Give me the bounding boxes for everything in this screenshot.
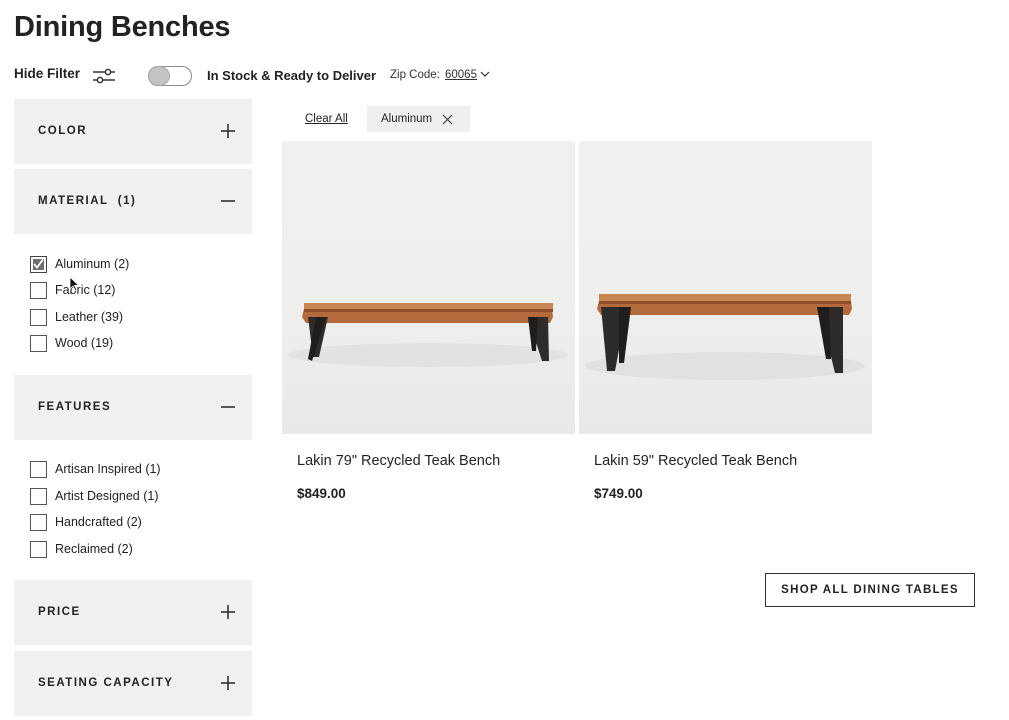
facet-color-label: COLOR [38,125,88,137]
filter-chip-aluminum[interactable]: Aluminum [367,106,470,132]
facet-color[interactable]: COLOR [14,99,252,164]
chevron-down-icon[interactable] [480,69,490,79]
page-title: Dining Benches [14,11,231,43]
sliders-icon[interactable] [92,67,116,85]
checkbox[interactable] [30,334,47,352]
facet-material[interactable]: MATERIAL (1) [14,169,252,234]
option-label: Aluminum (2) [55,257,130,271]
facet-price-label: PRICE [38,606,81,618]
bench-illustration [585,294,865,380]
shop-all-dining-tables-button[interactable]: SHOP ALL DINING TABLES [765,573,975,607]
in-stock-label: In Stock & Ready to Deliver [207,68,377,83]
checkbox[interactable] [30,540,47,558]
facet-seating-capacity-label: SEATING CAPACITY [38,677,174,689]
facet-seating-capacity[interactable]: SEATING CAPACITY [14,651,252,716]
product-image[interactable] [579,141,872,434]
hide-filter-button[interactable]: Hide Filter [14,66,80,81]
filter-option-aluminum[interactable]: Aluminum (2) [30,255,129,273]
hide-filter-label: Hide Filter [14,66,81,81]
checkbox[interactable] [30,281,47,299]
filter-option-handcrafted[interactable]: Handcrafted (2) [30,513,142,531]
mouse-cursor-icon [69,276,79,292]
toggle-knob [148,66,170,86]
facet-features-label: FEATURES [38,401,112,413]
minus-icon [221,406,235,408]
product-name[interactable]: Lakin 79" Recycled Teak Bench [297,453,500,469]
checkbox[interactable] [30,255,47,273]
option-label: Artist Designed (1) [55,489,159,503]
facet-price[interactable]: PRICE [14,580,252,645]
clear-all-link[interactable]: Clear All [305,113,348,125]
filter-option-artist-designed[interactable]: Artist Designed (1) [30,487,159,505]
in-stock-toggle[interactable] [148,66,192,86]
option-label: Wood (19) [55,336,114,350]
shop-all-label: SHOP ALL DINING TABLES [781,584,959,596]
option-label: Handcrafted (2) [55,515,142,529]
product-price: $849.00 [297,486,346,501]
bench-illustration [288,303,568,367]
facet-features[interactable]: FEATURES [14,375,252,440]
zip-code-label: Zip Code: [390,69,440,81]
zip-code-link[interactable]: 60065 [445,69,477,81]
product-image[interactable] [282,141,575,434]
plus-icon [221,124,235,138]
filter-option-artisan-inspired[interactable]: Artisan Inspired (1) [30,460,161,478]
chip-label: Aluminum [381,113,433,125]
close-icon[interactable] [442,114,453,125]
plus-icon [221,605,235,619]
filter-option-reclaimed[interactable]: Reclaimed (2) [30,540,133,558]
product-name[interactable]: Lakin 59" Recycled Teak Bench [594,453,797,469]
filter-toolbar: Hide Filter In Stock & Ready to Deliver … [14,62,614,90]
option-label: Reclaimed (2) [55,542,133,556]
option-label: Fabric (12) [55,283,116,297]
checkbox[interactable] [30,513,47,531]
checkmark-icon [33,258,44,269]
checkbox[interactable] [30,460,47,478]
option-label: Leather (39) [55,310,124,324]
minus-icon [221,200,235,202]
checkbox[interactable] [30,487,47,505]
product-price: $749.00 [594,486,643,501]
checkbox[interactable] [30,308,47,326]
filter-option-leather[interactable]: Leather (39) [30,308,123,326]
plus-icon [221,676,235,690]
option-label: Artisan Inspired (1) [55,462,161,476]
filter-option-wood[interactable]: Wood (19) [30,334,113,352]
facet-material-label: MATERIAL (1) [38,195,137,207]
